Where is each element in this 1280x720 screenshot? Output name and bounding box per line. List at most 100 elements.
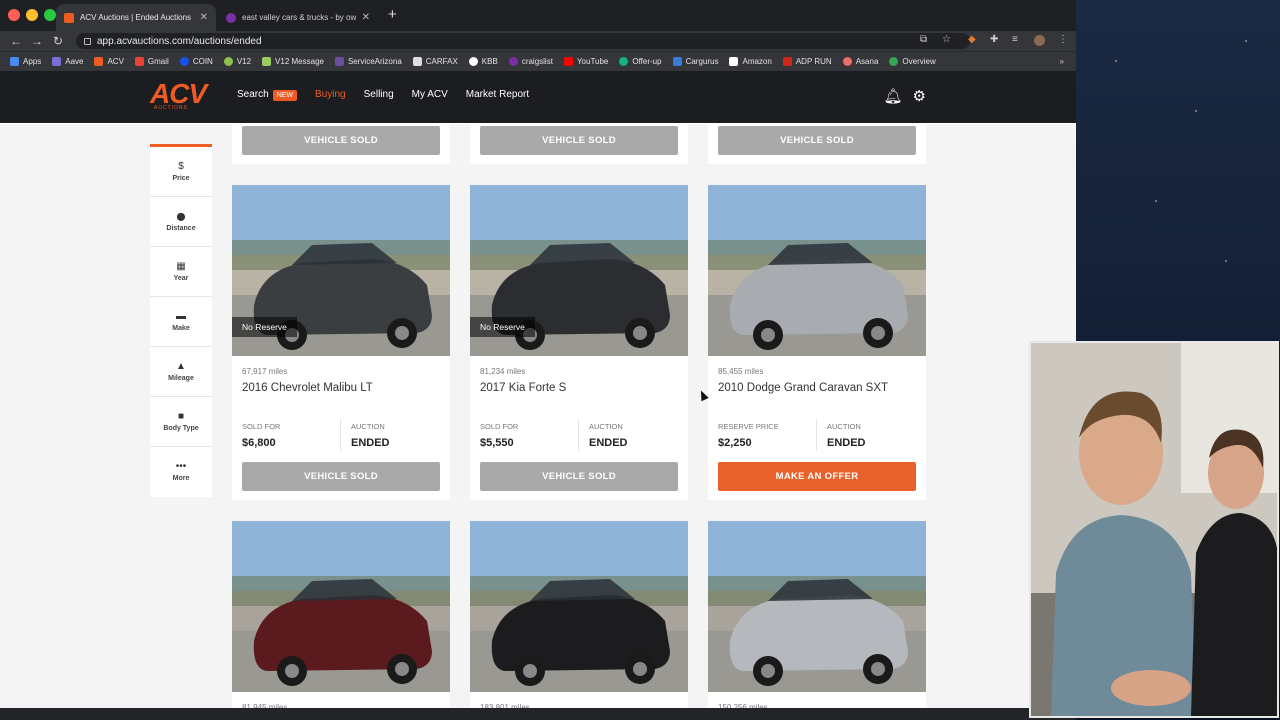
vehicle-photo[interactable] bbox=[232, 521, 450, 692]
listing-card[interactable]: 81,945 miles bbox=[232, 521, 450, 708]
bookmark-overview[interactable]: Overview bbox=[889, 57, 936, 66]
make-an-offer-button[interactable]: MAKE AN OFFER bbox=[718, 462, 916, 491]
acv-logo[interactable]: ACV AUCTIONS bbox=[150, 80, 216, 113]
bookmark-acv[interactable]: ACV bbox=[94, 57, 124, 66]
bookmark-kbb[interactable]: KBB bbox=[468, 57, 498, 66]
bookmark-v12[interactable]: V12 bbox=[223, 57, 251, 66]
calendar-icon: ▦ bbox=[176, 260, 186, 272]
auction-label: AUCTION bbox=[589, 422, 623, 431]
listing-card[interactable]: No Reserve 67,917 miles 2016 Chevrolet M… bbox=[232, 185, 450, 500]
close-tab-icon[interactable]: ✕ bbox=[362, 12, 370, 23]
bookmark-label: ADP RUN bbox=[795, 57, 832, 66]
bookmark-apps[interactable]: Apps bbox=[10, 57, 41, 66]
bookmarks-overflow-icon[interactable]: » bbox=[1060, 57, 1064, 66]
v12-icon bbox=[223, 57, 233, 66]
auction-status: ENDED bbox=[827, 437, 866, 449]
vehicle-sold-button[interactable]: VEHICLE SOLD bbox=[242, 462, 440, 491]
bookmark-carfax[interactable]: CARFAX bbox=[412, 57, 458, 66]
new-tab-button[interactable]: + bbox=[388, 6, 397, 23]
filter-distance[interactable]: ⬤ Distance bbox=[150, 197, 212, 247]
listing-card[interactable]: 85,455 miles 2010 Dodge Grand Caravan SX… bbox=[708, 185, 926, 500]
price-label: SOLD FOR bbox=[480, 422, 519, 431]
bookmark-gmail[interactable]: Gmail bbox=[134, 57, 169, 66]
nav-selling[interactable]: Selling bbox=[364, 89, 394, 100]
vehicle-sold-button[interactable]: VEHICLE SOLD bbox=[480, 126, 678, 155]
nav-market-report[interactable]: Market Report bbox=[466, 89, 529, 100]
bookmark-label: COIN bbox=[192, 57, 213, 66]
vehicle-photo[interactable] bbox=[708, 521, 926, 692]
vehicle-photo[interactable] bbox=[708, 185, 926, 356]
metamask-icon[interactable]: ◆ bbox=[968, 34, 976, 45]
address-bar[interactable]: app.acvauctions.com/auctions/ended bbox=[76, 33, 970, 49]
bookmark-star-icon[interactable]: ☆ bbox=[942, 34, 951, 45]
forward-arrow-icon[interactable]: → bbox=[31, 33, 43, 49]
vehicle-photo[interactable] bbox=[470, 521, 688, 692]
reading-list-icon[interactable]: ≡ bbox=[1012, 34, 1018, 45]
bookmark-aave[interactable]: Aave bbox=[52, 57, 83, 66]
close-window-button[interactable] bbox=[8, 9, 20, 21]
profile-avatar[interactable] bbox=[1034, 35, 1045, 46]
kbb-icon bbox=[468, 57, 478, 66]
vehicle-title[interactable]: 2016 Chevrolet Malibu LT bbox=[242, 382, 373, 394]
back-arrow-icon[interactable]: ← bbox=[10, 33, 22, 49]
gear-icon[interactable]: ⚙ bbox=[913, 87, 926, 105]
filter-make[interactable]: ▬ Make bbox=[150, 297, 212, 347]
window-controls bbox=[8, 9, 56, 21]
vehicle-title[interactable]: 2010 Dodge Grand Caravan SXT bbox=[718, 382, 888, 394]
extensions-puzzle-icon[interactable]: ✚ bbox=[990, 34, 998, 45]
maximize-window-button[interactable] bbox=[44, 9, 56, 21]
bookmark-cargurus[interactable]: Cargurus bbox=[672, 57, 719, 66]
listing-card: VEHICLE SOLD bbox=[470, 124, 688, 164]
filter-more[interactable]: ••• More bbox=[150, 447, 212, 497]
filter-body-type[interactable]: ■ Body Type bbox=[150, 397, 212, 447]
dollar-icon: $ bbox=[178, 160, 184, 172]
price-label: SOLD FOR bbox=[242, 422, 281, 431]
new-badge: NEW bbox=[272, 90, 298, 101]
filter-label: Make bbox=[172, 324, 190, 332]
vehicle-sold-button[interactable]: VEHICLE SOLD bbox=[242, 126, 440, 155]
bookmark-youtube[interactable]: YouTube bbox=[563, 57, 608, 66]
bookmark-coin[interactable]: COIN bbox=[179, 57, 213, 66]
vehicle-title[interactable]: 2017 Kia Forte S bbox=[480, 382, 566, 394]
bell-icon[interactable]: 🔔︎ bbox=[884, 87, 903, 105]
reload-icon[interactable]: ↻ bbox=[53, 33, 63, 49]
car-icon: ▬ bbox=[176, 310, 186, 322]
bookmark-servicearizona[interactable]: ServiceArizona bbox=[334, 57, 402, 66]
share-icon[interactable]: ⧉ bbox=[920, 34, 927, 45]
bookmark-craigslist[interactable]: craigslist bbox=[508, 57, 553, 66]
vehicle-photo[interactable]: No Reserve bbox=[232, 185, 450, 356]
url-text: app.acvauctions.com/auctions/ended bbox=[97, 35, 262, 47]
bookmark-amazon[interactable]: Amazon bbox=[729, 57, 772, 66]
nav-my-acv[interactable]: My ACV bbox=[412, 89, 448, 100]
tab-acv-auctions[interactable]: ACV Auctions | Ended Auctions ✕ bbox=[56, 4, 216, 31]
nav-buying[interactable]: Buying bbox=[315, 89, 346, 100]
bookmark-adp-run[interactable]: ADP RUN bbox=[782, 57, 832, 66]
listing-card[interactable]: No Reserve 81,234 miles 2017 Kia Forte S… bbox=[470, 185, 688, 500]
vehicle-sold-button[interactable]: VEHICLE SOLD bbox=[480, 462, 678, 491]
bookmark-offerup[interactable]: Offer-up bbox=[619, 57, 662, 66]
bookmark-asana[interactable]: Asana bbox=[842, 57, 878, 66]
nav-search[interactable]: Search NEW bbox=[237, 89, 298, 101]
bookmarks-bar: Apps Aave ACV Gmail COIN V12 V12 Message… bbox=[0, 51, 1076, 71]
stat-divider bbox=[578, 419, 579, 451]
listing-card[interactable]: 183,801 miles bbox=[470, 521, 688, 708]
acv-icon bbox=[94, 57, 104, 66]
filter-mileage[interactable]: ▲ Mileage bbox=[150, 347, 212, 397]
bookmark-v12-message[interactable]: V12 Message bbox=[262, 57, 324, 66]
window-bottom-edge bbox=[0, 708, 1076, 720]
filter-label: Price bbox=[172, 174, 190, 182]
vehicle-photo[interactable]: No Reserve bbox=[470, 185, 688, 356]
vehicle-sold-button[interactable]: VEHICLE SOLD bbox=[718, 126, 916, 155]
browser-menu-icon[interactable]: ⋮ bbox=[1058, 34, 1068, 45]
filter-label: Distance bbox=[166, 224, 196, 232]
listing-card[interactable]: 150,256 miles bbox=[708, 521, 926, 708]
filter-price[interactable]: $ Price bbox=[150, 147, 212, 197]
close-tab-icon[interactable]: ✕ bbox=[200, 12, 208, 23]
bookmark-label: Cargurus bbox=[685, 57, 719, 66]
bookmark-label: Gmail bbox=[147, 57, 169, 66]
minimize-window-button[interactable] bbox=[26, 9, 38, 21]
filter-year[interactable]: ▦ Year bbox=[150, 247, 212, 297]
tab-craigslist[interactable]: east valley cars & trucks - by owner ✕ bbox=[218, 4, 378, 31]
price-value: $6,800 bbox=[242, 437, 276, 449]
coinbase-icon bbox=[179, 57, 189, 66]
